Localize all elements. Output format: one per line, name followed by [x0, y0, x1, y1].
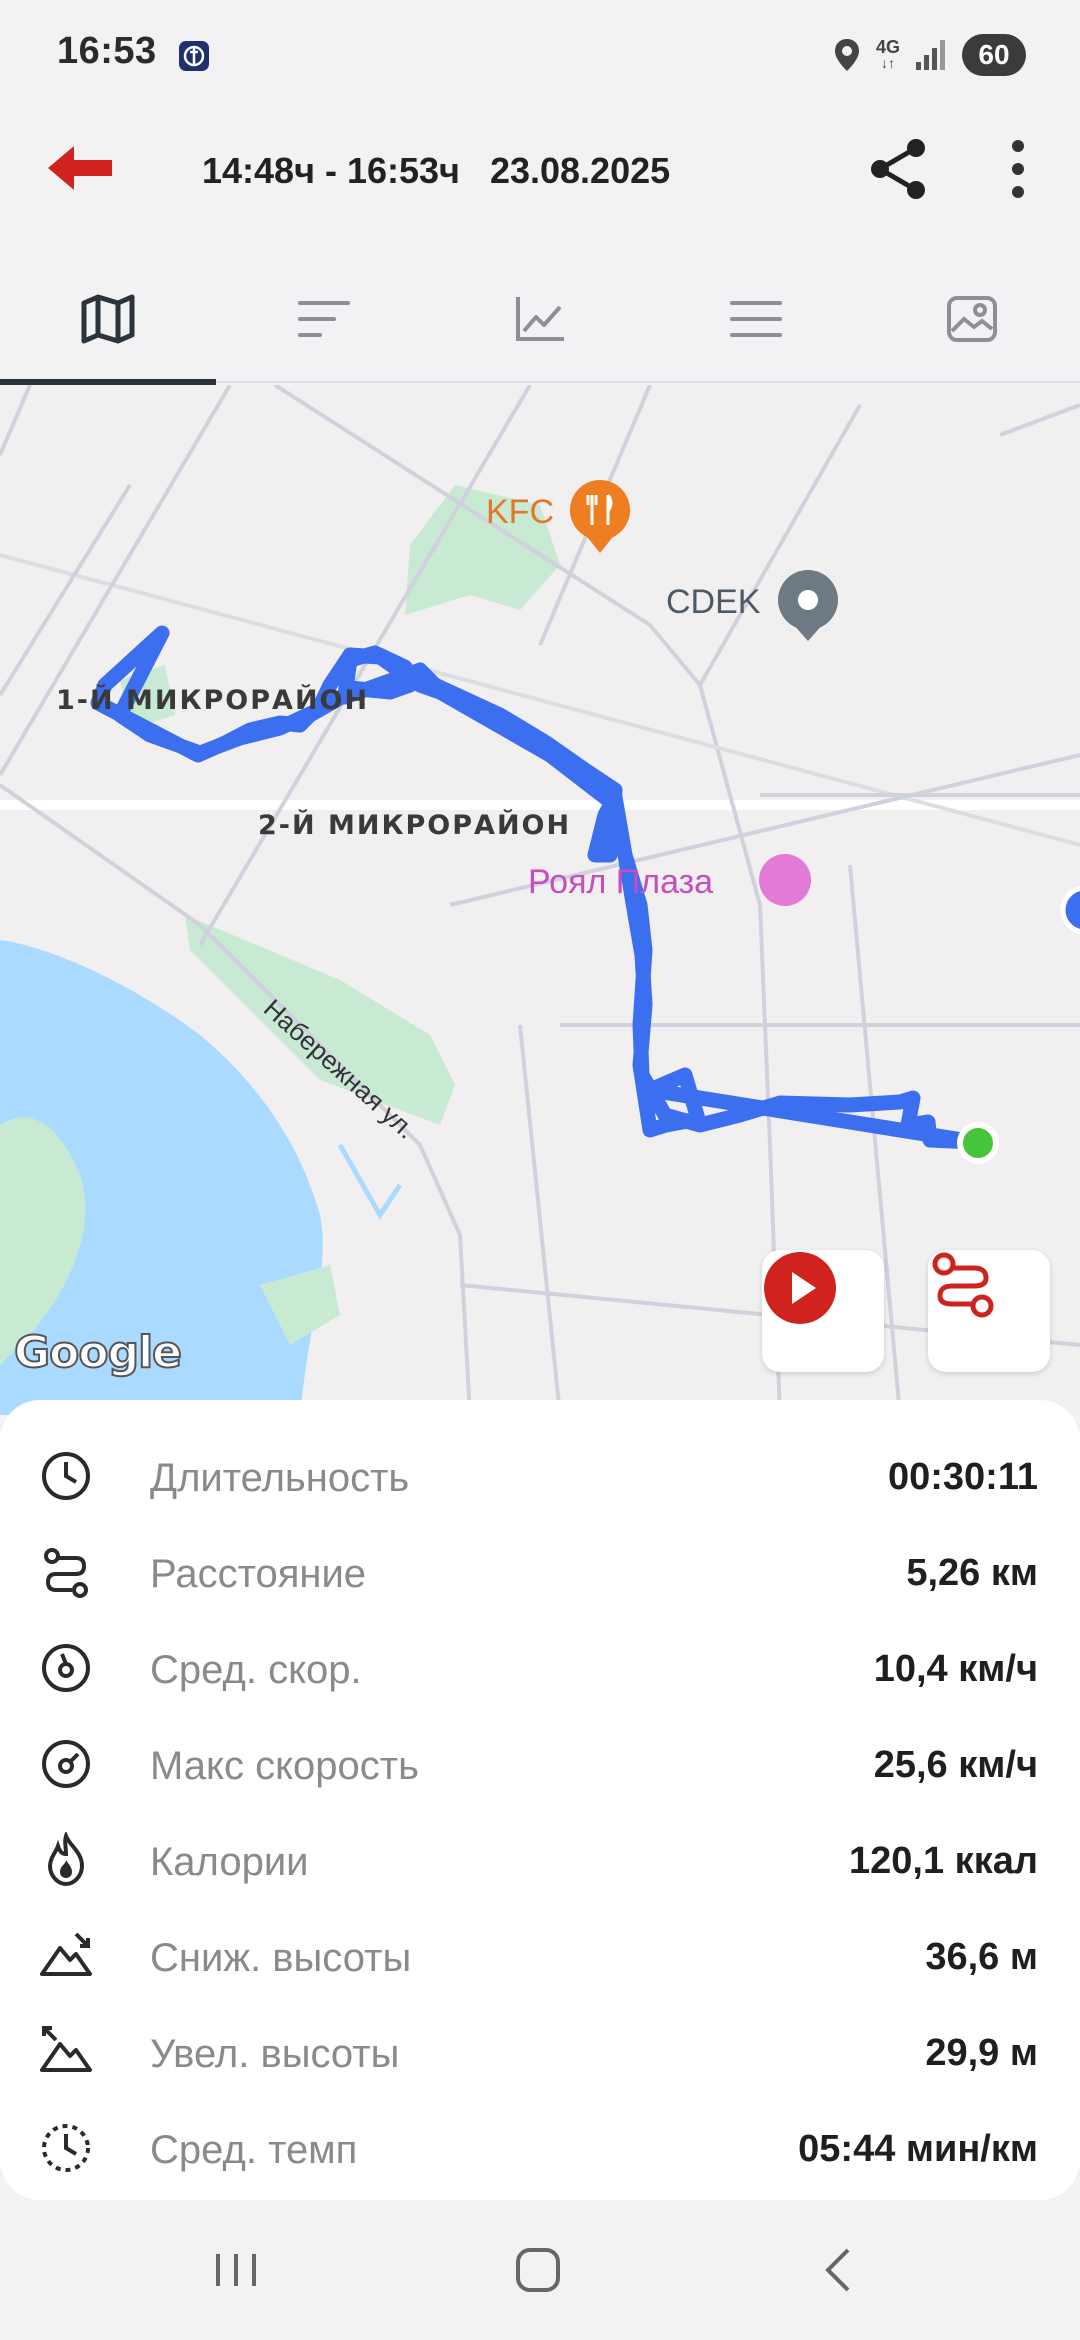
place-pin-icon [778, 570, 838, 641]
pace-icon [42, 2124, 90, 2172]
status-right: 4G ↓↑ 60 [832, 30, 1026, 80]
restaurant-pin-icon [570, 480, 630, 553]
tab-sort[interactable] [216, 255, 432, 383]
list-icon [730, 301, 782, 337]
stat-value: 25,6 км/ч [873, 1744, 1038, 1786]
stat-row-avg-speed: Сред. скор. 10,4 км/ч [0, 1620, 1080, 1716]
recent-apps-icon[interactable] [196, 2240, 276, 2300]
stat-label: Расстояние [150, 1552, 367, 1596]
stats-panel: Длительность 00:30:11 Расстояние 5,26 км… [0, 1400, 1080, 2200]
chart-icon [516, 297, 564, 341]
location-icon [834, 39, 859, 71]
stat-value: 00:30:11 [887, 1456, 1038, 1498]
back-arrow-icon[interactable] [40, 138, 120, 198]
stat-row-distance: Расстояние 5,26 км [0, 1524, 1080, 1620]
stat-label: Сниж. высоты [150, 1936, 412, 1980]
track-date: 23.08.2025 [489, 150, 671, 191]
stat-label: Макс скорость [150, 1744, 419, 1788]
home-icon[interactable] [498, 2240, 578, 2300]
stat-row-duration: Длительность 00:30:11 [0, 1428, 1080, 1524]
tab-map[interactable] [0, 255, 216, 385]
tab-list[interactable] [648, 255, 864, 383]
stat-value: 10,4 км/ч [873, 1648, 1038, 1690]
tab-photo[interactable] [864, 255, 1080, 383]
play-route-button[interactable] [762, 1250, 884, 1372]
nav-back-icon[interactable] [800, 2240, 880, 2300]
battery-indicator: 60 [962, 34, 1026, 76]
time-range: 14:48ч - 16:53ч [202, 150, 460, 191]
map-view[interactable]: 1-Й МИКРОРАЙОН 2-Й МИКРОРАЙОН Набережная… [0, 385, 1080, 1415]
stat-value: 36,6 м [925, 1936, 1038, 1978]
stat-value: 29,9 м [925, 2032, 1038, 2074]
google-logo: Google [13, 1326, 183, 1379]
district-label-2: 2-Й МИКРОРАЙОН [258, 810, 572, 841]
poi-edge-marker [1060, 886, 1080, 934]
track-time-date: 14:48ч - 16:53ч 23.08.2025 [202, 150, 670, 192]
descent-icon [40, 1932, 92, 1976]
map-icon [81, 294, 135, 344]
poi-cdek-label[interactable]: CDEK [666, 583, 760, 622]
ascent-icon [40, 2026, 92, 2072]
system-nav-bar [0, 2200, 1080, 2340]
stat-value: 05:44 мин/км [798, 2128, 1038, 2170]
stat-value: 5,26 км [906, 1552, 1038, 1594]
stat-label: Увел. высоты [150, 2032, 400, 2076]
route-options-button[interactable] [928, 1250, 1050, 1372]
poi-royal-label[interactable]: Роял Плаза [528, 863, 713, 902]
flame-icon [47, 1832, 85, 1887]
app-root: 16:53 4G ↓↑ 60 14:48ч - 16:53ч 23.08.202… [0, 0, 1080, 2340]
play-icon [764, 1252, 836, 1324]
route-icon [932, 1252, 994, 1318]
stat-label: Калории [150, 1840, 309, 1884]
stat-label: Сред. темп [150, 2128, 358, 2172]
end-marker [957, 1122, 999, 1164]
network-type: 4G [875, 37, 900, 57]
stat-row-max-speed: Макс скорость 25,6 км/ч [0, 1716, 1080, 1812]
status-bar: 16:53 4G ↓↑ 60 [0, 0, 1080, 110]
tab-chart[interactable] [432, 255, 648, 383]
shopping-pin-icon [759, 854, 811, 906]
max-speed-icon [42, 1740, 90, 1788]
stat-row-calories: Калории 120,1 ккал [0, 1812, 1080, 1908]
clock-icon [42, 1452, 90, 1500]
network-indicator: 4G ↓↑ [875, 37, 900, 71]
signal-icon [916, 40, 945, 70]
speedometer-icon [42, 1644, 90, 1692]
data-arrows-icon: ↓↑ [880, 55, 895, 71]
tab-bar [0, 255, 1080, 385]
photo-icon [947, 296, 997, 342]
stat-row-descent: Сниж. высоты 36,6 м [0, 1908, 1080, 2004]
stat-value: 120,1 ккал [849, 1840, 1038, 1882]
district-label-1: 1-Й МИКРОРАЙОН [56, 685, 370, 716]
status-time: 16:53 [57, 30, 157, 72]
stat-row-ascent: Увел. высоты 29,9 м [0, 2004, 1080, 2100]
app-notification-icon [179, 41, 209, 71]
stat-row-pace: Сред. темп 05:44 мин/км [0, 2100, 1080, 2196]
more-vert-icon[interactable] [1000, 138, 1036, 200]
route-icon [44, 1548, 88, 1598]
sort-icon [298, 301, 350, 337]
poi-kfc-label[interactable]: KFC [486, 493, 554, 532]
stat-label: Длительность [150, 1456, 410, 1500]
stat-label: Сред. скор. [150, 1648, 362, 1692]
app-header: 14:48ч - 16:53ч 23.08.2025 [0, 110, 1080, 230]
share-icon[interactable] [866, 136, 932, 202]
